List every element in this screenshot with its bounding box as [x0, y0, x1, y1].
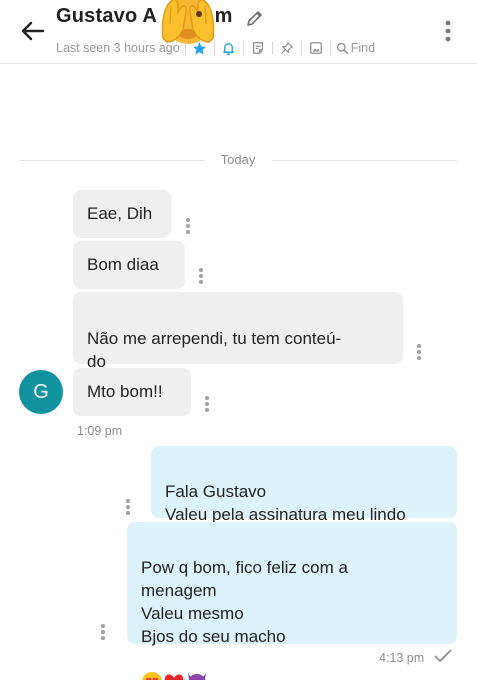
header-subbar: Last seen 3 hours ago Find [56, 39, 375, 57]
outgoing-message[interactable]: Pow q bom, fico feliz com a menagem Vale… [127, 522, 457, 680]
incoming-timestamp: 1:09 pm [77, 424, 123, 438]
divider [242, 41, 244, 55]
incoming-message[interactable]: Bom diaa [73, 241, 185, 289]
incoming-message[interactable]: Não me arrependi, tu tem conteú- do [73, 292, 403, 371]
message-text: Não me arrependi, tu tem conteú- do [87, 329, 342, 371]
red-heart-emoji [163, 648, 185, 680]
message-text: Bom diaa [87, 255, 159, 274]
message-text: Pow q bom, fico feliz com a menagem Vale… [141, 558, 348, 646]
divider [184, 41, 186, 55]
message-options-icon[interactable] [99, 624, 107, 640]
sent-check-icon [434, 649, 452, 662]
bell-icon[interactable] [220, 39, 238, 57]
message-options-icon[interactable] [124, 499, 132, 515]
chat-header: Gustavo A m Last seen 3 hours ago Find [0, 0, 477, 64]
divider [271, 41, 273, 55]
incoming-message[interactable]: Eae, Dih [73, 190, 171, 238]
image-icon[interactable] [307, 39, 325, 57]
divider [300, 41, 302, 55]
date-divider-line-left [20, 160, 205, 161]
message-options-icon[interactable] [203, 396, 211, 412]
star-icon[interactable] [191, 39, 209, 57]
heart-eyes-emoji [141, 648, 163, 680]
message-text: Eae, Dih [87, 204, 153, 223]
message-options-icon[interactable] [415, 344, 423, 360]
find-button[interactable]: Find [336, 41, 375, 55]
sticker-icon[interactable] [249, 39, 267, 57]
back-arrow-icon [21, 21, 45, 41]
more-vertical-icon[interactable] [440, 18, 456, 44]
smiling-devil-emoji [185, 648, 209, 680]
find-label: Find [350, 41, 376, 55]
last-seen-status: Last seen 3 hours ago [56, 41, 180, 55]
date-divider: Today [220, 152, 256, 167]
date-divider-line-right [272, 160, 457, 161]
incoming-message[interactable]: Mto bom!! [73, 368, 191, 416]
pin-icon[interactable] [278, 39, 296, 57]
pencil-icon[interactable] [245, 8, 265, 28]
avatar[interactable]: G [19, 370, 63, 414]
divider [213, 41, 215, 55]
message-options-icon[interactable] [184, 218, 192, 234]
message-text: Fala Gustavo Valeu pela assinatura meu l… [165, 482, 406, 524]
outgoing-message[interactable]: Fala Gustavo Valeu pela assinatura meu l… [151, 446, 457, 524]
outgoing-timestamp: 4:13 pm [379, 651, 425, 665]
back-button[interactable] [18, 16, 48, 46]
divider [329, 41, 331, 55]
message-text: Mto bom!! [87, 382, 163, 401]
message-options-icon[interactable] [197, 268, 205, 284]
search-icon [336, 42, 348, 54]
